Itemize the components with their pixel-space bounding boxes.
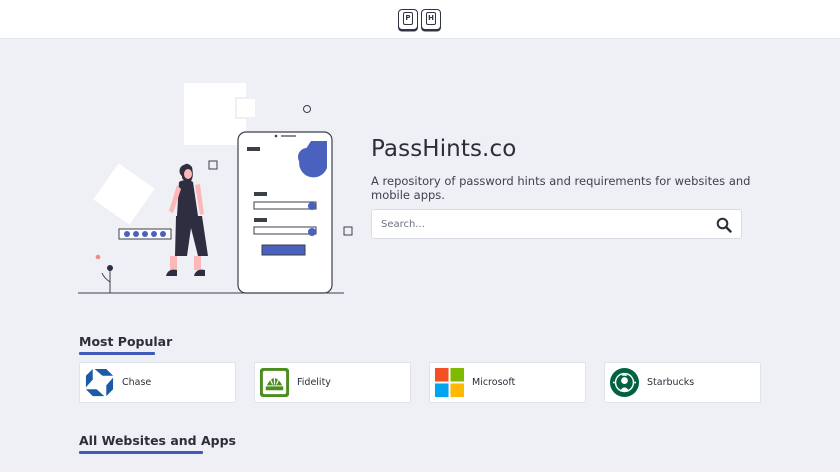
starbucks-logo-icon	[609, 367, 640, 398]
popular-card-fidelity[interactable]: Fidelity	[254, 362, 411, 403]
popular-card-label: Chase	[122, 377, 152, 388]
chase-logo-icon	[84, 367, 115, 398]
logo-key-h-letter: H	[426, 12, 436, 25]
popular-card-starbucks[interactable]: Starbucks	[604, 362, 761, 403]
top-bar: P H	[0, 0, 840, 39]
passhints-logo[interactable]: P H	[398, 9, 441, 30]
hero-illustration	[78, 83, 353, 294]
logo-key-h: H	[421, 9, 441, 30]
search-box	[371, 209, 742, 239]
fidelity-logo-icon	[259, 367, 290, 398]
popular-card-microsoft[interactable]: Microsoft	[429, 362, 586, 403]
most-popular-heading: Most Popular	[79, 334, 173, 355]
logo-key-p-letter: P	[403, 12, 413, 25]
site-tagline: A repository of password hints and requi…	[371, 174, 751, 202]
popular-card-chase[interactable]: Chase	[79, 362, 236, 403]
search-input[interactable]	[372, 210, 702, 238]
search-icon[interactable]	[716, 217, 732, 233]
popular-list: Chase Fidelity Microsoft Starbucks	[79, 362, 761, 403]
hero-text: PassHints.co A repository of password hi…	[371, 136, 751, 239]
popular-card-label: Microsoft	[472, 377, 516, 388]
popular-card-label: Fidelity	[297, 377, 331, 388]
microsoft-logo-icon	[434, 367, 465, 398]
all-websites-heading: All Websites and Apps	[79, 433, 236, 454]
site-title: PassHints.co	[371, 136, 517, 162]
popular-card-label: Starbucks	[647, 377, 695, 388]
logo-key-p: P	[398, 9, 418, 30]
